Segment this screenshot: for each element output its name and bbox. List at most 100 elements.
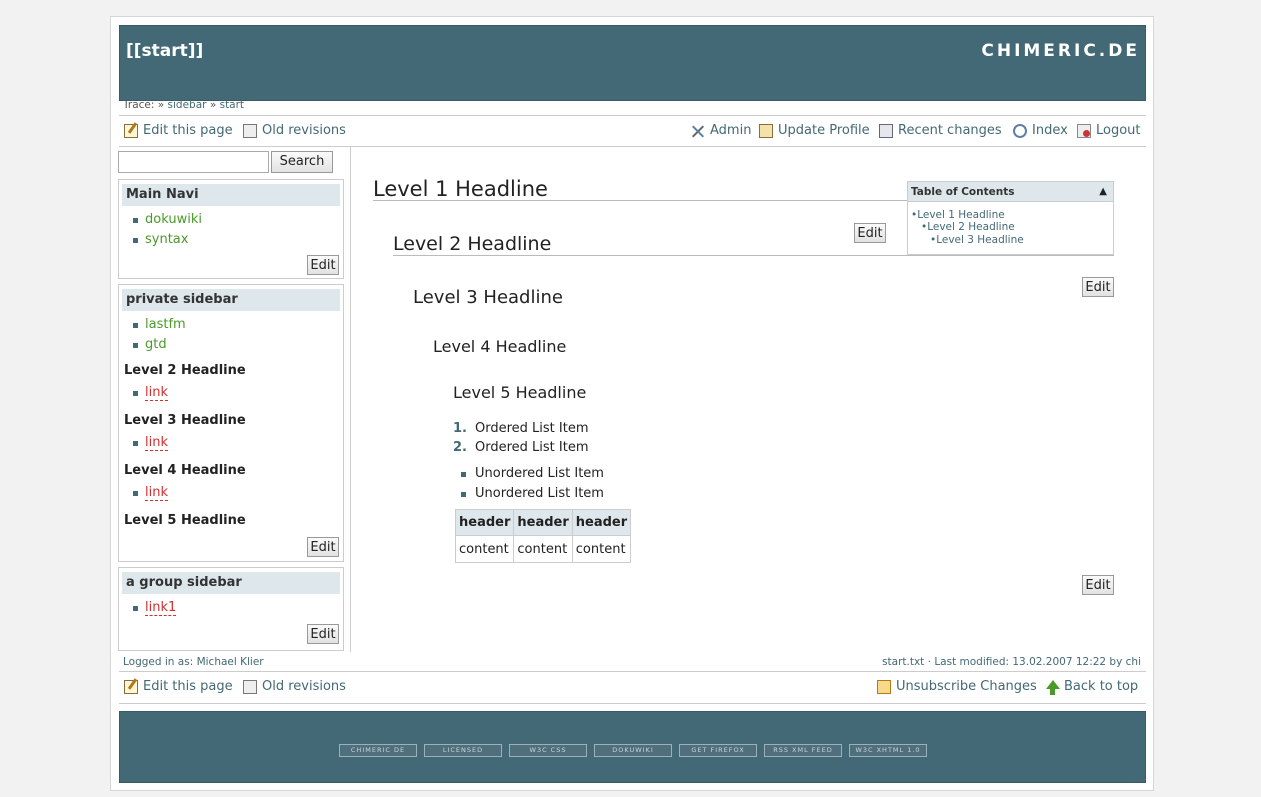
list-item-text: Ordered List Item — [475, 421, 589, 436]
toc-header[interactable]: Table of Contents ▲ — [908, 182, 1113, 202]
sidebar-list: dokuwiki syntax — [119, 210, 343, 250]
back-to-top-link[interactable]: Back to top — [1045, 679, 1139, 695]
toc-item[interactable]: •Level 1 Headline — [911, 209, 1005, 221]
edit-page-link[interactable]: Edit this page — [124, 123, 233, 138]
logout-link[interactable]: Logout — [1077, 123, 1141, 138]
footer: CHIMERIC DE LICENSED W3C CSS DOKUWIKI GE… — [119, 711, 1146, 783]
table-header-cell: header — [571, 509, 632, 536]
sidebar-missing-link[interactable]: link — [145, 435, 168, 451]
section-edit-button[interactable]: Edit — [854, 223, 886, 243]
edit-page-label: Edit this page — [143, 679, 233, 694]
page-title[interactable]: [[start]] — [126, 41, 203, 61]
sidebar-link-dokuwiki[interactable]: dokuwiki — [145, 212, 202, 227]
badge-chimeric[interactable]: CHIMERIC DE — [339, 744, 417, 757]
edit-page-link[interactable]: Edit this page — [124, 679, 233, 694]
sidebar-edit-button[interactable]: Edit — [307, 255, 339, 275]
search-input[interactable] — [118, 151, 269, 173]
badge-css[interactable]: W3C CSS — [509, 744, 587, 757]
magnifier-icon — [1013, 123, 1027, 138]
column-divider — [350, 147, 351, 652]
admin-label: Admin — [710, 123, 752, 138]
table-header-row: header header header — [454, 509, 632, 536]
index-label: Index — [1032, 123, 1068, 138]
sidebar-link-lastfm[interactable]: lastfm — [145, 317, 186, 332]
recent-changes-label: Recent changes — [898, 123, 1002, 138]
toc-item-label: Level 3 Headline — [936, 234, 1024, 246]
logout-icon — [1077, 123, 1091, 138]
admin-link[interactable]: Admin — [691, 123, 751, 138]
old-revisions-link[interactable]: Old revisions — [243, 123, 346, 138]
list-item: link — [131, 433, 343, 453]
sidebar-edit-button[interactable]: Edit — [307, 537, 339, 557]
badge-firefox[interactable]: GET FIREFOX — [679, 744, 757, 757]
list-item: gtd — [131, 335, 343, 355]
sidebar-list: link — [119, 433, 343, 453]
list-item: link — [131, 483, 343, 503]
breadcrumb-sep: » — [157, 99, 165, 111]
sidebar-subheading: Level 4 Headline — [124, 463, 246, 478]
badge-xhtml[interactable]: W3C XHTML 1.0 — [849, 744, 927, 757]
toc-item[interactable]: •Level 3 Headline — [930, 234, 1024, 246]
table-cell: content — [454, 535, 515, 563]
edit-icon — [124, 123, 138, 138]
list-item: link — [131, 383, 343, 403]
breadcrumb-item-sidebar[interactable]: sidebar — [168, 99, 207, 111]
list-item: 1. Ordered List Item — [453, 421, 589, 436]
sidebar-edit-button[interactable]: Edit — [307, 624, 339, 644]
table-row: content content content — [454, 535, 632, 563]
sidebar-list: link — [119, 483, 343, 503]
breadcrumb-item-start[interactable]: start — [220, 99, 244, 111]
recent-changes-link[interactable]: Recent changes — [879, 123, 1002, 138]
sidebar-missing-link[interactable]: link1 — [145, 600, 177, 616]
breadcrumb-sep: » — [209, 99, 217, 111]
index-link[interactable]: Index — [1013, 123, 1068, 138]
sidebar-subheading: Level 2 Headline — [124, 363, 246, 378]
toc-item[interactable]: •Level 2 Headline — [921, 221, 1015, 233]
badge-license[interactable]: LICENSED — [424, 744, 502, 757]
headline-level-2: Level 2 Headline — [393, 233, 552, 255]
list-item: dokuwiki — [131, 210, 343, 230]
old-revisions-label: Old revisions — [262, 123, 346, 138]
breadcrumb: Trace: » sidebar » start — [123, 99, 244, 111]
headline-level-3: Level 3 Headline — [413, 287, 563, 308]
site-logo[interactable]: CHIMERIC.DE — [981, 41, 1140, 61]
sidebar-link-syntax[interactable]: syntax — [145, 232, 188, 247]
tools-icon — [691, 124, 705, 138]
sidebar-missing-link[interactable]: link — [145, 485, 168, 501]
list-item: link1 — [131, 598, 343, 618]
table-of-contents: Table of Contents ▲ •Level 1 Headline •L… — [907, 181, 1114, 255]
header: [[start]] CHIMERIC.DE — [119, 25, 1146, 101]
search-button[interactable]: Search — [271, 151, 333, 173]
content-table: header header header content content con… — [454, 509, 632, 563]
badge-dokuwiki[interactable]: DOKUWIKI — [594, 744, 672, 757]
toc-title: Table of Contents — [911, 186, 1015, 198]
unsubscribe-link[interactable]: Unsubscribe Changes — [877, 679, 1037, 694]
update-profile-link[interactable]: Update Profile — [759, 123, 870, 138]
divider — [119, 146, 1146, 147]
section-edit-button[interactable]: Edit — [1082, 277, 1114, 297]
sidebar-list: link — [119, 383, 343, 403]
back-to-top-label: Back to top — [1064, 679, 1139, 694]
revisions-icon — [243, 679, 257, 694]
sidebar-heading: Main Navi — [122, 184, 340, 206]
sidebar-group: a group sidebar link1 Edit — [118, 567, 344, 651]
revisions-icon — [243, 123, 257, 138]
sidebar-list: link1 — [119, 598, 343, 618]
logout-label: Logout — [1096, 123, 1141, 138]
badge-rss[interactable]: RSS XML FEED — [764, 744, 842, 757]
headline-level-4: Level 4 Headline — [433, 337, 567, 356]
sidebar-link-gtd[interactable]: gtd — [145, 337, 167, 352]
old-revisions-link[interactable]: Old revisions — [243, 679, 346, 694]
divider — [119, 115, 1146, 116]
envelope-icon — [877, 679, 891, 694]
list-item: 2. Ordered List Item — [453, 440, 589, 455]
collapse-toggle-icon[interactable]: ▲ — [1099, 182, 1107, 202]
sidebar-main-navi: Main Navi dokuwiki syntax Edit — [118, 179, 344, 279]
last-modified-info: start.txt · Last modified: 13.02.2007 12… — [882, 656, 1141, 668]
sidebar-missing-link[interactable]: link — [145, 385, 168, 401]
table-header-cell: header — [454, 509, 515, 536]
recent-icon — [879, 123, 893, 138]
ordered-list: 1. Ordered List Item 2. Ordered List Item — [453, 419, 589, 457]
section-edit-button[interactable]: Edit — [1082, 575, 1114, 595]
edit-icon — [124, 679, 138, 694]
